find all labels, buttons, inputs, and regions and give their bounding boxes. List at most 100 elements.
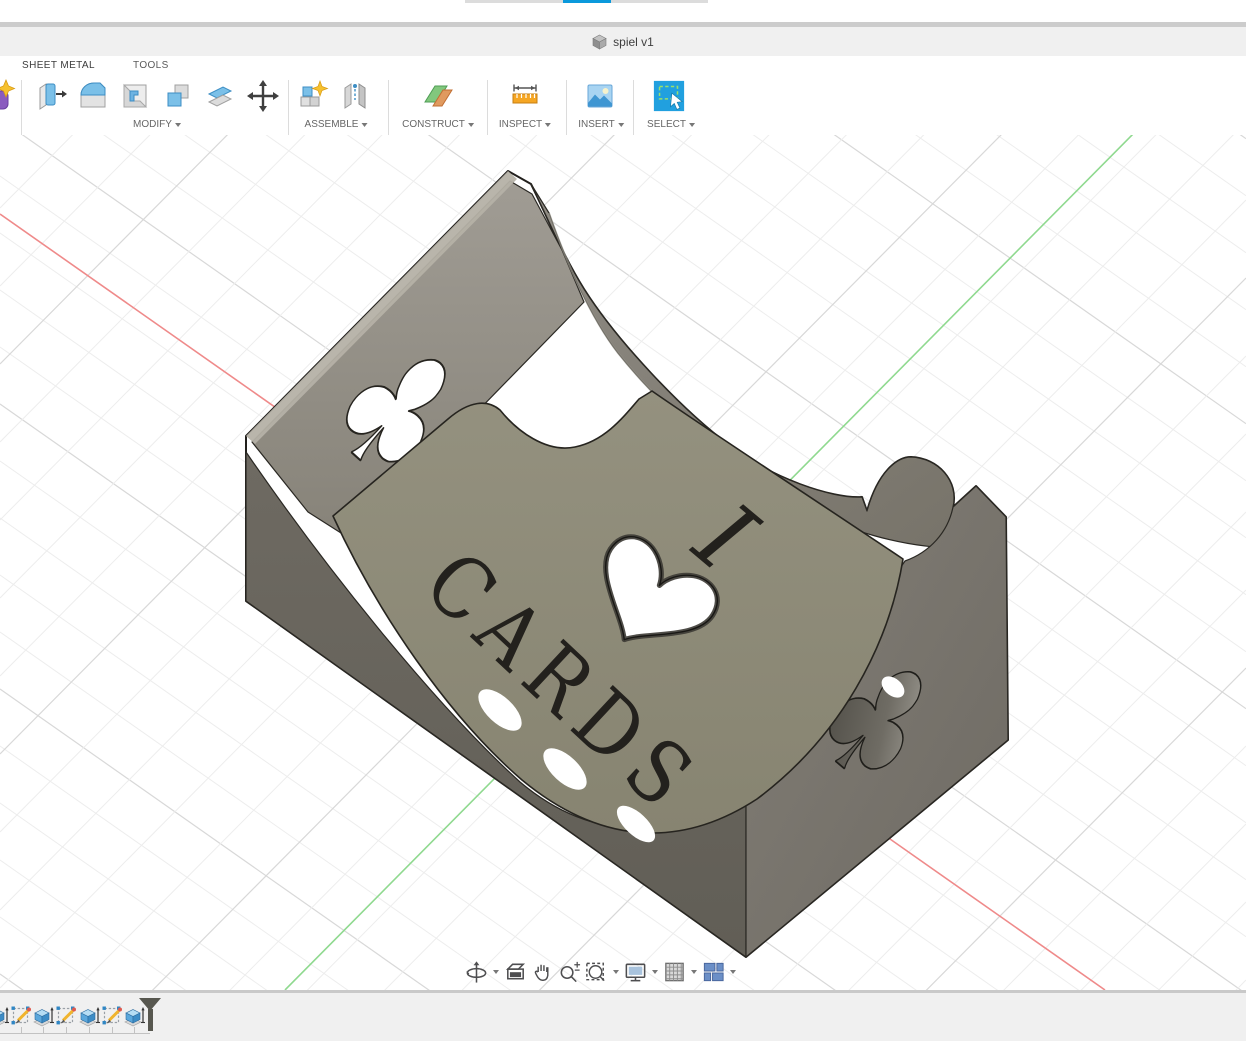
zoom-icon [557,959,582,985]
timeline-playhead-stem[interactable] [148,1009,153,1031]
display-settings-button[interactable] [623,959,648,985]
press-pull-button[interactable] [34,78,68,114]
fillet-icon [76,79,110,113]
timeline-tick [112,1027,113,1033]
grid-and-snaps-button[interactable] [662,959,687,985]
group-separator [633,80,634,136]
chevron-down-icon [618,123,624,127]
orbit-button[interactable] [464,959,489,985]
chevron-down-icon [361,123,367,127]
view-navigation-bar [464,958,738,986]
timeline-tick [134,1027,135,1033]
orbit-icon [464,959,489,985]
sketch-icon [10,1005,32,1027]
joint-icon [338,79,372,113]
timeline-feature-sketch[interactable] [10,1005,32,1027]
chevron-down-icon[interactable] [652,970,658,974]
viewports-icon [701,959,726,985]
viewport-canvas[interactable]: ♣ ♣ I CARDS [0,135,1246,992]
shell-icon [118,79,152,113]
chevron-down-icon[interactable] [493,970,499,974]
group-label-construct[interactable]: CONSTRUCT [402,119,474,130]
shell-button[interactable] [118,78,152,114]
group-label-select-text: SELECT [647,119,686,130]
timeline-tick [66,1027,67,1033]
pan-button[interactable] [530,959,555,985]
measure-icon [508,79,542,113]
look-at-icon [503,959,528,985]
move-copy-button[interactable] [246,78,280,114]
extrude-icon [32,1005,54,1027]
group-separator [566,80,567,136]
chevron-down-icon [545,123,551,127]
group-separator [288,80,289,136]
move-copy-icon [246,79,280,113]
timeline-feature-extrude[interactable] [78,1005,100,1027]
group-separator [487,80,488,136]
active-tab-underline [563,0,611,3]
extrude-icon [0,1005,9,1027]
extrude-icon [78,1005,100,1027]
press-pull-icon [34,79,68,113]
create-form-icon [0,79,18,113]
document-title: spiel v1 [613,35,654,49]
group-label-assemble[interactable]: ASSEMBLE [305,119,368,130]
display-settings-icon [623,959,648,985]
group-label-insert-text: INSERT [578,119,615,130]
timeline-feature-extrude[interactable] [32,1005,54,1027]
sketch-icon [55,1005,77,1027]
offset-face-icon [203,79,237,113]
new-component-icon [296,79,330,113]
construct-plane-icon [421,79,455,113]
new-component-button[interactable] [296,78,330,114]
offset-face-button[interactable] [203,78,237,114]
document-cube-icon [592,34,607,50]
group-label-insert[interactable]: INSERT [578,119,624,130]
create-form-button[interactable] [0,78,18,114]
look-at-button[interactable] [503,959,528,985]
insert-image-button[interactable] [583,78,617,114]
design-timeline [0,992,1246,1041]
fillet-button[interactable] [76,78,110,114]
ribbon-toolbar: SHEET METAL TOOLS [0,56,1246,136]
timeline-tick [21,1027,22,1033]
timeline-tick [89,1027,90,1033]
group-separator [388,80,389,136]
group-label-assemble-text: ASSEMBLE [305,119,359,130]
viewports-button[interactable] [701,959,726,985]
chevron-down-icon [689,123,695,127]
timeline-track [0,1033,150,1034]
joint-button[interactable] [338,78,372,114]
fit-icon [584,959,609,985]
group-label-modify[interactable]: MODIFY [133,119,181,130]
zoom-button[interactable] [557,959,582,985]
chevron-down-icon[interactable] [613,970,619,974]
group-separator [21,80,22,136]
tab-sheet-metal[interactable]: SHEET METAL [22,60,95,71]
timeline-feature-sketch[interactable] [101,1005,123,1027]
group-label-inspect[interactable]: INSPECT [499,119,551,130]
sketch-icon [101,1005,123,1027]
grid-and-snaps-icon [662,959,687,985]
group-label-select[interactable]: SELECT [647,119,695,130]
combine-button[interactable] [161,78,195,114]
tab-tools[interactable]: TOOLS [133,60,169,71]
chevron-down-icon[interactable] [730,970,736,974]
chevron-down-icon[interactable] [691,970,697,974]
document-tab[interactable]: spiel v1 [582,27,664,56]
combine-icon [161,79,195,113]
select-button[interactable] [652,78,686,114]
construct-plane-button[interactable] [421,78,455,114]
card-box-model[interactable]: ♣ ♣ I CARDS [246,171,1008,957]
group-label-inspect-text: INSPECT [499,119,542,130]
insert-image-icon [583,79,617,113]
timeline-tick [43,1027,44,1033]
timeline-feature-extrude[interactable] [0,1005,9,1027]
viewport-scene: ♣ ♣ I CARDS [0,135,1246,990]
measure-button[interactable] [508,78,542,114]
fit-button[interactable] [584,959,609,985]
document-bar: spiel v1 [0,27,1246,56]
group-label-modify-text: MODIFY [133,119,172,130]
chevron-down-icon [468,123,474,127]
timeline-feature-sketch[interactable] [55,1005,77,1027]
